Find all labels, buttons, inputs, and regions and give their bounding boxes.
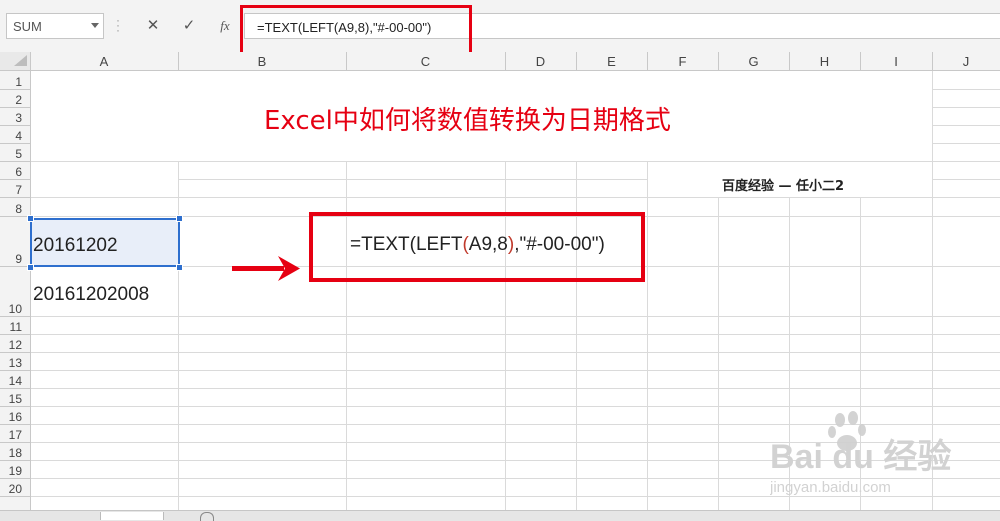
row-header-16[interactable]: 16 <box>9 410 23 424</box>
column-header-c[interactable]: C <box>421 54 430 69</box>
column-header-f[interactable]: F <box>679 54 687 69</box>
row-header-11[interactable]: 11 <box>10 320 23 334</box>
formula-cell-highlight-box <box>309 212 645 282</box>
row-header-5[interactable]: 5 <box>15 147 22 161</box>
sheet-title: Excel中如何将数值转换为日期格式 <box>264 106 671 136</box>
fill-handle[interactable] <box>176 264 183 271</box>
watermark-logo: Bai du 经验 <box>770 437 951 476</box>
row-header-2[interactable]: 2 <box>15 93 22 107</box>
column-header-j[interactable]: J <box>963 54 970 69</box>
column-header-d[interactable]: D <box>536 54 545 69</box>
check-icon[interactable]: ✓ <box>176 14 202 38</box>
fx-icon[interactable]: fx <box>212 14 238 38</box>
column-header-h[interactable]: H <box>820 54 829 69</box>
more-options-icon[interactable]: · · · <box>116 14 120 36</box>
column-header-b[interactable]: B <box>258 54 267 69</box>
row-header-6[interactable]: 6 <box>15 165 22 179</box>
selection-handle[interactable] <box>27 215 34 222</box>
row-header-1[interactable]: 1 <box>15 75 22 89</box>
cancel-icon[interactable]: ✕ <box>140 14 166 38</box>
formula-highlight-box <box>240 5 472 59</box>
selection-handle[interactable] <box>176 215 183 222</box>
row-header-18[interactable]: 18 <box>9 446 23 460</box>
row-header-17[interactable]: 17 <box>9 428 23 442</box>
chevron-down-icon[interactable] <box>91 23 99 28</box>
selection-handle[interactable] <box>27 264 34 271</box>
row-header-14[interactable]: 14 <box>9 374 23 388</box>
formula-bar: SUM · · · ✕ ✓ fx =TEXT(LEFT(A9,8),"#-00-00… <box>0 0 1000 53</box>
row-header-12[interactable]: 12 <box>9 338 23 352</box>
author-label: 百度经验 — 任小二2 <box>722 179 845 194</box>
cell-a10[interactable]: 20161202008 <box>33 284 149 306</box>
arrow-right-icon <box>232 256 300 281</box>
column-header-a[interactable]: A <box>100 54 109 69</box>
name-box[interactable]: SUM <box>6 13 104 39</box>
column-header-i[interactable]: I <box>894 54 898 69</box>
row-header-19[interactable]: 19 <box>9 464 23 478</box>
cell-a9[interactable]: 20161202 <box>33 235 118 257</box>
column-header-g[interactable]: G <box>748 54 758 69</box>
watermark-url: jingyan.baidu.com <box>770 479 891 496</box>
row-header-9[interactable]: 9 <box>15 252 22 266</box>
baidu-jingyan-watermark: Bai du 经验 jingyan.baidu.com <box>770 411 951 496</box>
row-header-20[interactable]: 20 <box>9 482 23 496</box>
row-header-13[interactable]: 13 <box>9 356 23 370</box>
row-header-10[interactable]: 10 <box>9 302 23 316</box>
row-header-7[interactable]: 7 <box>15 183 22 197</box>
row-header-3[interactable]: 3 <box>15 111 22 125</box>
column-header-e[interactable]: E <box>607 54 616 69</box>
row-header-4[interactable]: 4 <box>15 129 22 143</box>
name-box-value: SUM <box>13 19 42 34</box>
sheet-tab-active[interactable] <box>100 512 164 520</box>
row-header-15[interactable]: 15 <box>9 392 23 406</box>
row-header-8[interactable]: 8 <box>15 202 22 216</box>
